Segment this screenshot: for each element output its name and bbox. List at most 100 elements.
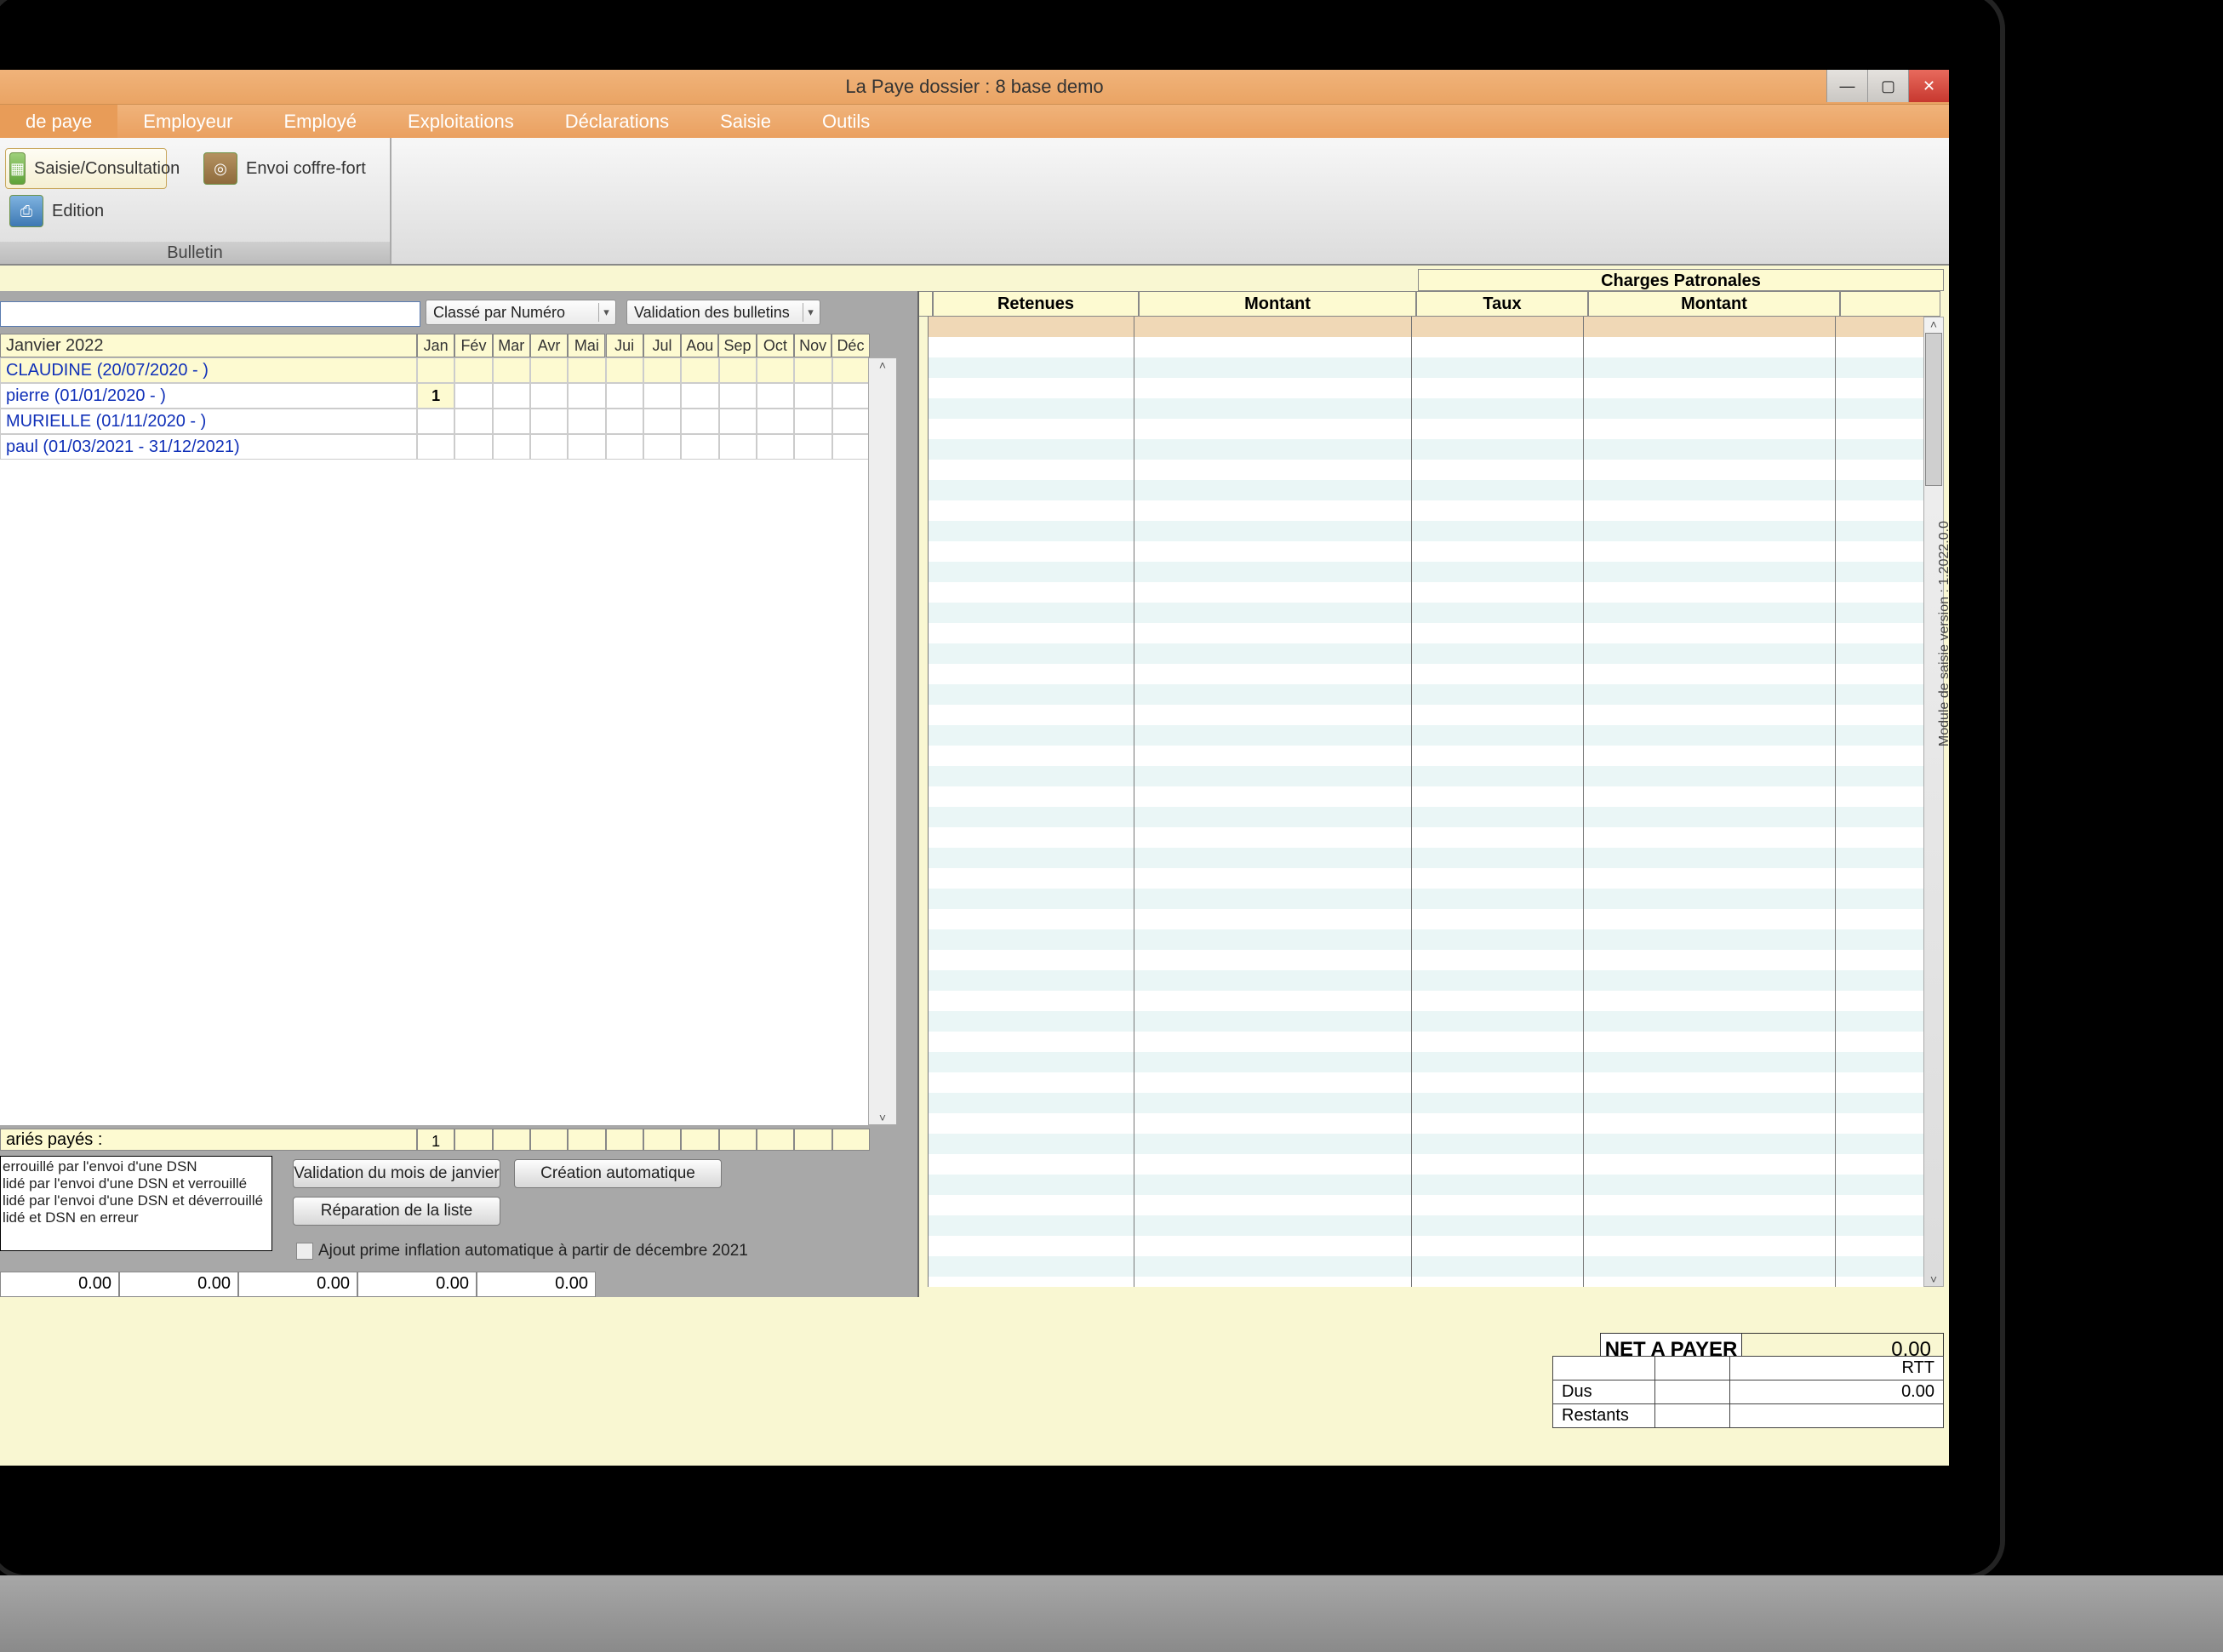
create-auto-button[interactable]: Création automatique [514, 1159, 722, 1188]
employee-month-cell[interactable] [794, 409, 831, 434]
tab-outils[interactable]: Outils [797, 105, 895, 139]
month-head-mai[interactable]: Mai [568, 334, 605, 357]
month-head-avr[interactable]: Avr [530, 334, 568, 357]
employee-month-cell[interactable] [681, 383, 718, 409]
employee-month-cell[interactable] [417, 409, 454, 434]
tab-employeur[interactable]: Employeur [117, 105, 258, 139]
sort-select[interactable]: Classé par Numéro ▾ [426, 300, 616, 325]
employee-month-cell[interactable] [757, 409, 794, 434]
employee-month-cell[interactable] [493, 409, 530, 434]
employee-month-cell[interactable] [568, 434, 605, 460]
scroll-down-icon[interactable]: ˅ [1930, 1272, 1937, 1286]
employee-month-cell[interactable] [719, 357, 757, 383]
employee-row[interactable]: pierre (01/01/2020 - )1 [0, 383, 870, 409]
employee-month-cell[interactable] [530, 434, 568, 460]
employee-month-cell[interactable] [493, 434, 530, 460]
employee-name[interactable]: MURIELLE (01/11/2020 - ) [0, 409, 417, 434]
employee-month-cell[interactable] [643, 434, 681, 460]
employee-month-cell[interactable] [681, 357, 718, 383]
employee-month-cell[interactable] [832, 434, 870, 460]
employee-list[interactable]: CLAUDINE (20/07/2020 - )pierre (01/01/20… [0, 357, 870, 1125]
employee-month-cell[interactable] [606, 357, 643, 383]
employee-month-cell[interactable] [681, 434, 718, 460]
maximize-button[interactable]: ▢ [1867, 70, 1908, 102]
col-retenues[interactable]: Retenues [933, 291, 1139, 317]
employee-month-cell[interactable] [719, 409, 757, 434]
employee-month-cell[interactable] [832, 383, 870, 409]
employee-month-cell[interactable] [454, 434, 492, 460]
employee-month-cell[interactable] [454, 383, 492, 409]
employee-scrollbar[interactable]: ˄ ˅ [868, 357, 897, 1125]
employee-name[interactable]: pierre (01/01/2020 - ) [0, 383, 417, 409]
employee-name[interactable]: CLAUDINE (20/07/2020 - ) [0, 357, 417, 383]
employee-month-cell[interactable] [794, 434, 831, 460]
month-head-jan[interactable]: Jan [417, 334, 454, 357]
employee-month-cell[interactable] [493, 357, 530, 383]
employee-month-cell[interactable] [568, 383, 605, 409]
employee-month-cell[interactable] [832, 409, 870, 434]
payroll-grid[interactable] [928, 317, 1925, 1287]
month-head-aou[interactable]: Aou [681, 334, 718, 357]
minimize-button[interactable]: — [1826, 70, 1867, 102]
prime-inflation-checkbox[interactable] [296, 1243, 313, 1260]
grid-scrollbar[interactable]: ˄ ˅ [1923, 317, 1944, 1287]
employee-row[interactable]: MURIELLE (01/11/2020 - ) [0, 409, 870, 434]
scroll-up-icon[interactable]: ˄ [879, 358, 886, 372]
employee-row[interactable]: paul (01/03/2021 - 31/12/2021) [0, 434, 870, 460]
scroll-up-icon[interactable]: ˄ [1930, 317, 1937, 331]
scroll-thumb[interactable] [1925, 333, 1942, 486]
employee-month-cell[interactable] [757, 434, 794, 460]
tab-employe[interactable]: Employé [258, 105, 382, 139]
col-montant[interactable]: Montant [1139, 291, 1416, 317]
employee-month-cell[interactable] [757, 383, 794, 409]
employee-filter-input[interactable] [0, 301, 420, 327]
employee-month-cell[interactable] [417, 434, 454, 460]
col-montant2[interactable]: Montant [1588, 291, 1840, 317]
employee-month-cell[interactable] [794, 383, 831, 409]
employee-month-cell[interactable] [568, 409, 605, 434]
employee-month-cell[interactable] [568, 357, 605, 383]
month-head-oct[interactable]: Oct [757, 334, 794, 357]
tab-paye[interactable]: de paye [0, 105, 117, 139]
employee-month-cell[interactable] [606, 383, 643, 409]
employee-month-cell[interactable] [719, 383, 757, 409]
repair-list-button[interactable]: Réparation de la liste [293, 1197, 500, 1226]
month-head-nov[interactable]: Nov [794, 334, 831, 357]
month-head-fév[interactable]: Fév [454, 334, 492, 357]
month-head-mar[interactable]: Mar [493, 334, 530, 357]
validation-select[interactable]: Validation des bulletins ▾ [626, 300, 820, 325]
employee-month-cell[interactable] [493, 383, 530, 409]
month-head-jul[interactable]: Jul [643, 334, 681, 357]
close-button[interactable]: ✕ [1908, 70, 1949, 102]
tab-saisie[interactable]: Saisie [694, 105, 797, 139]
employee-name[interactable]: paul (01/03/2021 - 31/12/2021) [0, 434, 417, 460]
employee-month-cell[interactable] [530, 409, 568, 434]
employee-month-cell[interactable] [454, 357, 492, 383]
col-taux[interactable]: Taux [1416, 291, 1588, 317]
employee-month-cell[interactable] [606, 409, 643, 434]
ribbon-saisie-button[interactable]: ▦ Saisie/Consultation [5, 148, 167, 189]
employee-month-cell[interactable] [530, 383, 568, 409]
tab-exploitations[interactable]: Exploitations [382, 105, 540, 139]
ribbon-edition-button[interactable]: ⎙ Edition [5, 191, 133, 232]
employee-row[interactable]: CLAUDINE (20/07/2020 - ) [0, 357, 870, 383]
tab-declarations[interactable]: Déclarations [540, 105, 694, 139]
employee-month-cell[interactable] [757, 357, 794, 383]
employee-month-cell[interactable] [643, 383, 681, 409]
employee-month-cell[interactable]: 1 [417, 383, 454, 409]
employee-month-cell[interactable] [643, 409, 681, 434]
month-head-sep[interactable]: Sep [718, 334, 756, 357]
employee-month-cell[interactable] [794, 357, 831, 383]
month-head-jui[interactable]: Jui [606, 334, 643, 357]
employee-month-cell[interactable] [417, 357, 454, 383]
employee-month-cell[interactable] [606, 434, 643, 460]
employee-month-cell[interactable] [530, 357, 568, 383]
validate-month-button[interactable]: Validation du mois de janvier [293, 1159, 500, 1188]
employee-month-cell[interactable] [719, 434, 757, 460]
employee-month-cell[interactable] [681, 409, 718, 434]
employee-month-cell[interactable] [643, 357, 681, 383]
employee-month-cell[interactable] [454, 409, 492, 434]
month-head-déc[interactable]: Déc [831, 334, 869, 357]
scroll-down-icon[interactable]: ˅ [879, 1111, 886, 1124]
employee-month-cell[interactable] [832, 357, 870, 383]
